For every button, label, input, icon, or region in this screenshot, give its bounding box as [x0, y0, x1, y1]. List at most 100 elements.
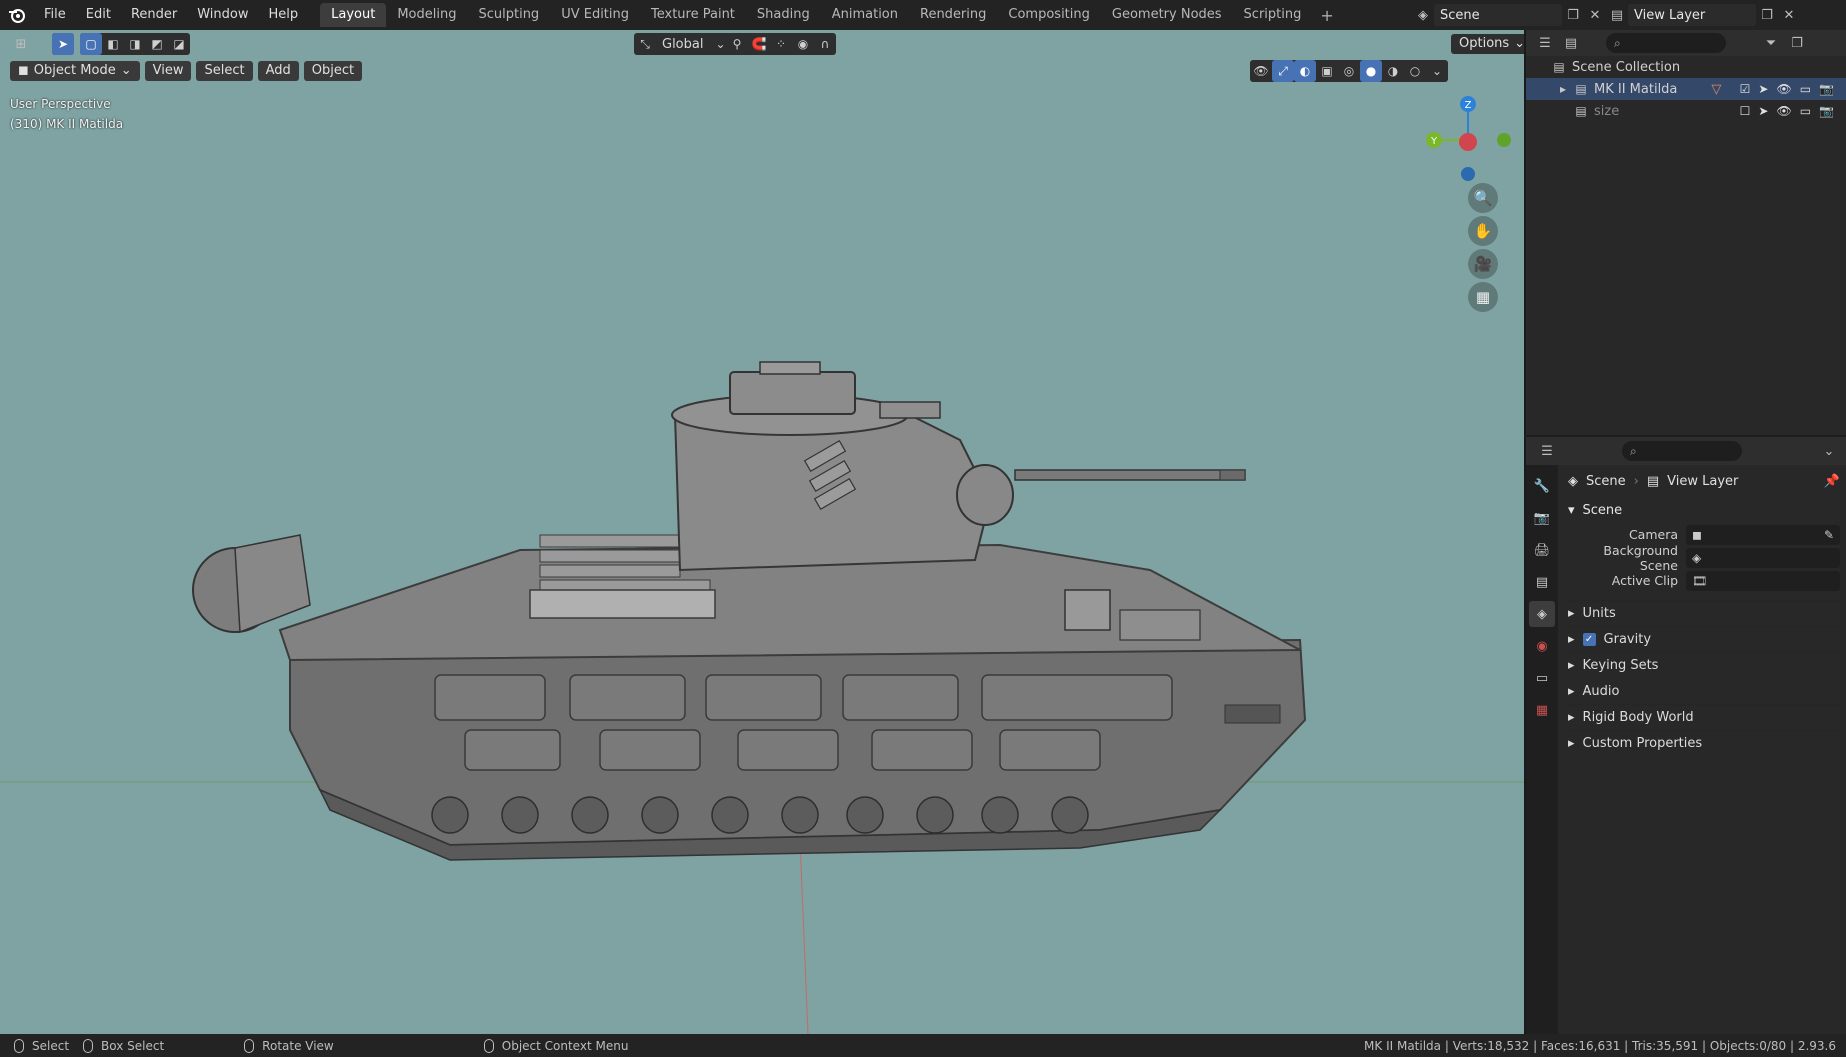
tool-tab-icon[interactable]: 🔧	[1529, 473, 1555, 499]
snap-icon[interactable]: 🧲	[748, 33, 770, 55]
eye-icon[interactable]: 👁	[1776, 104, 1791, 118]
tab-shading[interactable]: Shading	[746, 3, 821, 27]
active-clip-field[interactable]: 🎞	[1686, 570, 1840, 591]
zoom-icon[interactable]: 🔍	[1468, 183, 1498, 213]
tab-animation[interactable]: Animation	[821, 3, 909, 27]
pivot-icon[interactable]: ⚲	[726, 33, 748, 55]
proportional-edit-icon[interactable]: ◉	[792, 33, 814, 55]
gravity-panel[interactable]: ▸ ✓ Gravity	[1562, 626, 1840, 652]
texture-tab-icon[interactable]: ▦	[1529, 697, 1555, 723]
tab-modeling[interactable]: Modeling	[386, 3, 467, 27]
solid-shading-icon[interactable]: ●	[1360, 60, 1382, 82]
rendered-shading-icon[interactable]: ○	[1404, 60, 1426, 82]
pan-hand-icon[interactable]: ✋	[1468, 216, 1498, 246]
camera-field[interactable]: ◼ ✎	[1686, 524, 1840, 545]
properties-search-input[interactable]: ⌕	[1622, 441, 1742, 461]
scene-name-field[interactable]: Scene	[1434, 4, 1562, 26]
gravity-checkbox[interactable]: ✓	[1582, 633, 1596, 646]
menu-file[interactable]: File	[34, 0, 76, 30]
background-scene-field[interactable]: ◈	[1686, 547, 1840, 568]
gizmo-toggle-icon[interactable]: ⤢	[1272, 60, 1294, 82]
outliner-row-scene-collection[interactable]: ▤ Scene Collection	[1526, 56, 1846, 78]
navigation-gizmo[interactable]: Z Y	[1418, 88, 1518, 188]
select-extend-icon[interactable]: ◧	[102, 33, 124, 55]
properties-editor-type-icon[interactable]: ☰	[1536, 440, 1558, 462]
new-view-layer-icon[interactable]: ❐	[1756, 4, 1778, 26]
outliner-row-size[interactable]: ▤ size ☐ ➤ 👁 ▭ 📷	[1526, 100, 1846, 122]
view-layer-icon[interactable]: ▤	[1606, 4, 1628, 26]
object-menu[interactable]: Object	[303, 61, 363, 81]
remove-view-layer-icon[interactable]: ✕	[1778, 4, 1800, 26]
camera-view-icon[interactable]: 🎥	[1468, 249, 1498, 279]
menu-render[interactable]: Render	[121, 0, 187, 30]
editor-type-icon[interactable]: ⊞	[10, 33, 32, 55]
overlays-toggle-icon[interactable]: ◐	[1294, 60, 1316, 82]
transform-orientation-dropdown[interactable]: ⤡ Global ⌄	[634, 33, 732, 55]
visibility-icon[interactable]: 👁	[1250, 60, 1272, 82]
render-tab-icon[interactable]: 📷	[1529, 505, 1555, 531]
outliner-row-mk-ii-matilda[interactable]: ▸ ▤ MK II Matilda ▽ ☑ ➤ 👁 ▭ 📷	[1526, 78, 1846, 100]
scene-panel-header[interactable]: ▾ Scene	[1562, 497, 1840, 523]
select-difference-icon[interactable]: ◩	[146, 33, 168, 55]
monitor-icon[interactable]: ▭	[1800, 82, 1811, 96]
blender-logo-icon[interactable]	[0, 0, 34, 30]
select-new-icon[interactable]: ▢	[80, 33, 102, 55]
menu-window[interactable]: Window	[187, 0, 258, 30]
collection-tab-icon[interactable]: ▭	[1529, 665, 1555, 691]
expand-arrow-icon[interactable]: ▸	[1554, 82, 1572, 96]
snap-target-icon[interactable]: ⁘	[770, 33, 792, 55]
add-workspace-button[interactable]: +	[1312, 6, 1341, 25]
menu-edit[interactable]: Edit	[76, 0, 121, 30]
new-collection-icon[interactable]: ❐	[1786, 32, 1808, 54]
tab-texture-paint[interactable]: Texture Paint	[640, 3, 746, 27]
output-tab-icon[interactable]: 🖨	[1529, 537, 1555, 563]
select-intersect-icon[interactable]: ◪	[168, 33, 190, 55]
select-arrow-icon[interactable]: ➤	[1758, 82, 1768, 96]
view-layer-tab-icon[interactable]: ▤	[1529, 569, 1555, 595]
material-shading-icon[interactable]: ◑	[1382, 60, 1404, 82]
monitor-icon[interactable]: ▭	[1800, 104, 1811, 118]
tab-geometry-nodes[interactable]: Geometry Nodes	[1101, 3, 1233, 27]
rigid-body-world-panel[interactable]: ▸ Rigid Body World	[1562, 704, 1840, 730]
falloff-icon[interactable]: ∩	[814, 33, 836, 55]
pin-icon[interactable]: 📌	[1824, 474, 1840, 489]
cursor-tool-icon[interactable]: ➤	[52, 33, 74, 55]
tab-scripting[interactable]: Scripting	[1233, 3, 1313, 27]
world-tab-icon[interactable]: ◉	[1529, 633, 1555, 659]
view-layer-name-field[interactable]: View Layer	[1628, 4, 1756, 26]
tab-layout[interactable]: Layout	[320, 3, 387, 27]
tank-model[interactable]	[0, 30, 1524, 1034]
eyedropper-icon[interactable]: ✎	[1824, 528, 1834, 542]
tab-uv-editing[interactable]: UV Editing	[550, 3, 640, 27]
audio-panel[interactable]: ▸ Audio	[1562, 678, 1840, 704]
scene-tab-icon[interactable]: ◈	[1529, 601, 1555, 627]
outliner-editor-type-icon[interactable]: ☰	[1534, 32, 1556, 54]
tab-compositing[interactable]: Compositing	[997, 3, 1101, 27]
outliner-search-input[interactable]: ⌕	[1606, 33, 1726, 53]
custom-properties-panel[interactable]: ▸ Custom Properties	[1562, 730, 1840, 756]
units-panel[interactable]: ▸ Units	[1562, 600, 1840, 626]
scene-icon[interactable]: ◈	[1412, 4, 1434, 26]
view-menu[interactable]: View	[144, 61, 192, 81]
camera-icon[interactable]: 📷	[1819, 82, 1834, 96]
ortho-grid-icon[interactable]: ▦	[1468, 282, 1498, 312]
chevron-down-icon[interactable]: ⌄	[1426, 60, 1448, 82]
tab-sculpting[interactable]: Sculpting	[467, 3, 550, 27]
wireframe-shading-icon[interactable]: ◎	[1338, 60, 1360, 82]
select-arrow-icon[interactable]: ➤	[1758, 104, 1768, 118]
checkbox-empty-icon[interactable]: ☐	[1740, 104, 1751, 118]
keying-sets-panel[interactable]: ▸ Keying Sets	[1562, 652, 1840, 678]
options-dropdown[interactable]: Options ⌄	[1451, 34, 1524, 54]
select-subtract-icon[interactable]: ◨	[124, 33, 146, 55]
3d-viewport[interactable]: ⊞ ➤ ▢ ◧ ◨ ◩ ◪ ⤡ Global ⌄ ⚲ 🧲 ⁘ ◉ ∩ Optio…	[0, 30, 1524, 1034]
chevron-down-icon[interactable]: ⌄	[1818, 440, 1840, 462]
add-menu[interactable]: Add	[257, 61, 299, 81]
eye-icon[interactable]: 👁	[1776, 82, 1791, 96]
checkbox-icon[interactable]: ☑	[1740, 82, 1751, 96]
mode-dropdown[interactable]: ◼ Object Mode ⌄	[10, 61, 140, 81]
display-mode-icon[interactable]: ▤	[1560, 32, 1582, 54]
new-scene-icon[interactable]: ❐	[1562, 4, 1584, 26]
xray-toggle-icon[interactable]: ▣	[1316, 60, 1338, 82]
filter-icon[interactable]: ⏷	[1760, 32, 1782, 54]
camera-icon[interactable]: 📷	[1819, 104, 1834, 118]
